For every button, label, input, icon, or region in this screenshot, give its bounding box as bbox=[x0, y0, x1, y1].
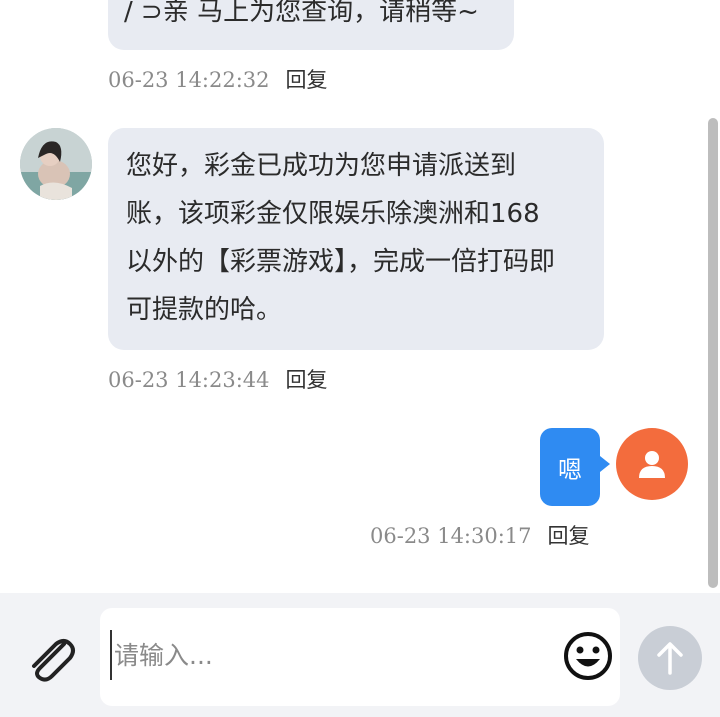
message-line: 可提款的哈。 bbox=[126, 295, 283, 325]
emoji-button[interactable] bbox=[562, 630, 614, 682]
message-text: 嗯 bbox=[558, 455, 582, 484]
reply-link[interactable]: 回复 bbox=[286, 68, 328, 92]
message-text: / ⊃亲 马上为您查询，请稍等~ bbox=[124, 0, 479, 27]
reply-link[interactable]: 回复 bbox=[286, 368, 328, 392]
agent-avatar bbox=[20, 128, 92, 200]
reply-link[interactable]: 回复 bbox=[548, 524, 590, 548]
message-line: 账，该项彩金仅限娱乐除澳洲和168 bbox=[126, 199, 540, 229]
message-bubble-user: 嗯 bbox=[540, 428, 600, 506]
scrollbar[interactable] bbox=[708, 118, 718, 588]
paperclip-icon bbox=[32, 639, 75, 682]
user-avatar bbox=[616, 428, 688, 500]
attach-button[interactable] bbox=[24, 634, 76, 682]
message-timestamp: 06-23 14:23:44 bbox=[108, 368, 270, 392]
bubble-tail bbox=[600, 456, 610, 472]
message-bubble-agent: 您好，彩金已成功为您申请派送到 账，该项彩金仅限娱乐除澳洲和168 以外的【彩票… bbox=[108, 128, 604, 350]
arrow-up-icon bbox=[657, 642, 683, 675]
message-meta-previous: 06-23 14:22:32 回复 bbox=[108, 64, 328, 94]
message-timestamp: 06-23 14:30:17 bbox=[370, 524, 532, 548]
chat-message-list: / ⊃亲 马上为您查询，请稍等~ 06-23 14:22:32 回复 您好，彩金已… bbox=[0, 0, 720, 593]
send-button[interactable] bbox=[638, 626, 702, 690]
message-meta-agent: 06-23 14:23:44 回复 bbox=[108, 364, 328, 394]
person-icon bbox=[639, 451, 665, 478]
message-bubble-agent-previous: / ⊃亲 马上为您查询，请稍等~ bbox=[108, 0, 514, 50]
message-timestamp: 06-23 14:22:32 bbox=[108, 68, 270, 92]
message-meta-user: 06-23 14:30:17 回复 bbox=[370, 520, 590, 550]
message-input[interactable] bbox=[110, 630, 550, 680]
agent-avatar-image bbox=[20, 128, 92, 200]
message-line: 以外的【彩票游戏】，完成一倍打码即 bbox=[126, 247, 556, 277]
smiley-icon bbox=[564, 632, 612, 680]
message-line: 您好，彩金已成功为您申请派送到 bbox=[126, 151, 517, 181]
